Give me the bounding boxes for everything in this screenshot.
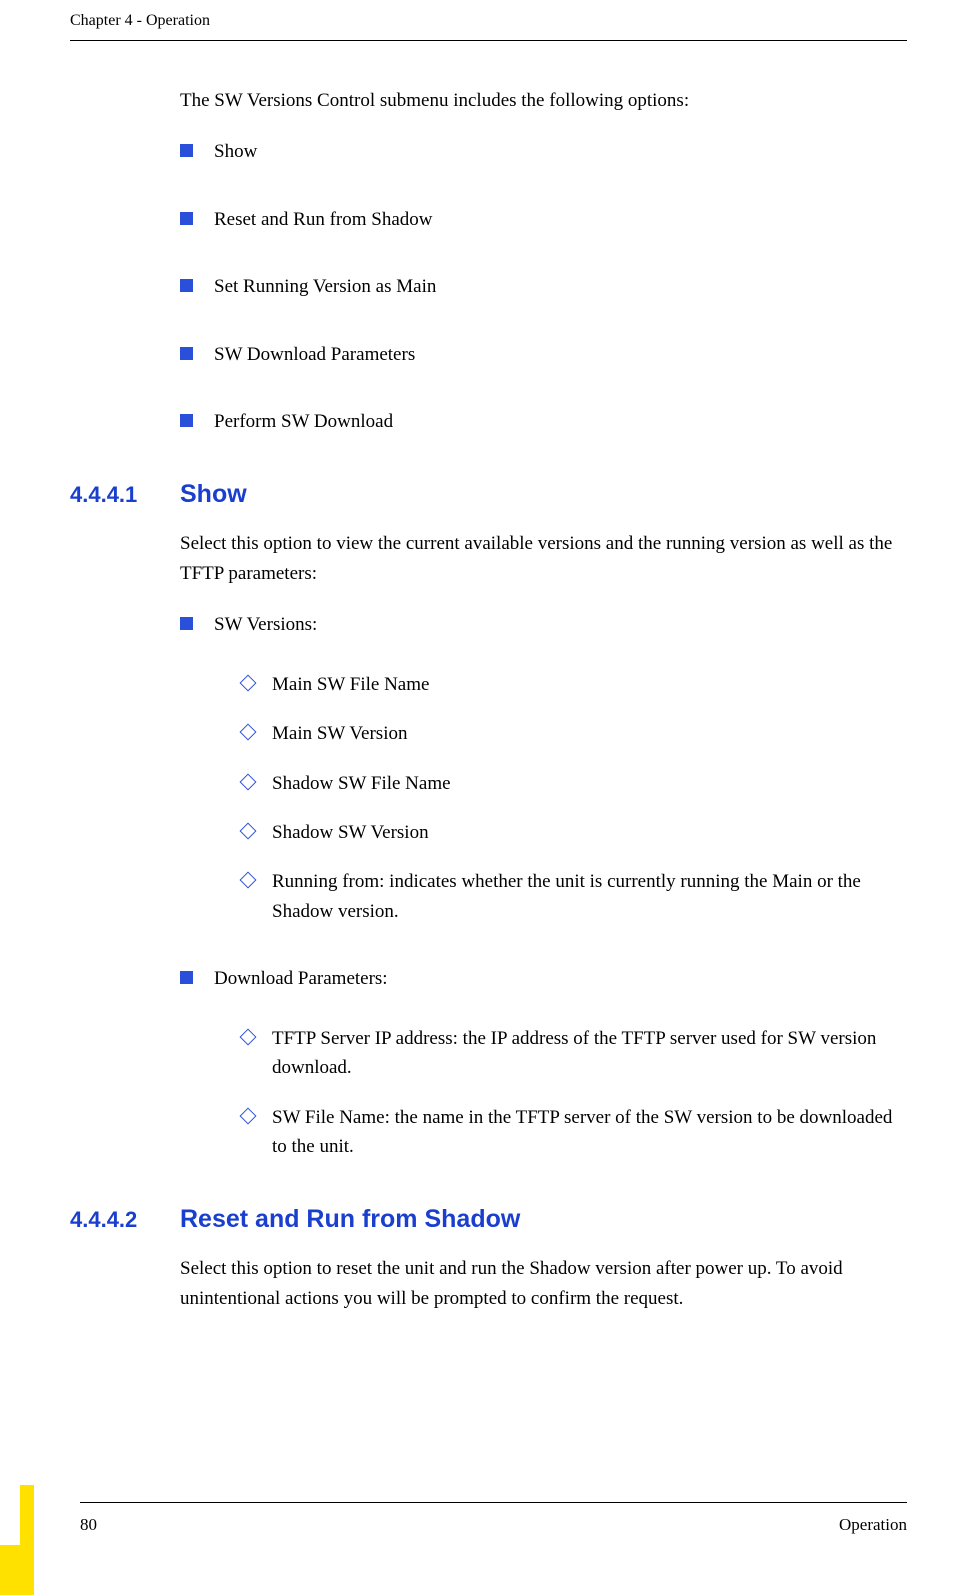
options-list: Show Reset and Run from Shadow Set Runni… [180, 137, 897, 436]
list-item: Show [180, 137, 897, 166]
list-item: Perform SW Download [180, 407, 897, 436]
body: The SW Versions Control submenu includes… [180, 41, 897, 1313]
section-paragraph: Select this option to reset the unit and… [180, 1254, 897, 1313]
list-item: Shadow SW File Name [242, 769, 897, 798]
page: Chapter 4 - Operation The SW Versions Co… [0, 0, 977, 1595]
footer-section: Operation [839, 1515, 907, 1535]
list-item: Set Running Version as Main [180, 272, 897, 301]
footer-row: 80 Operation [80, 1515, 907, 1535]
section-title: Show [180, 475, 247, 514]
list-item: Main SW File Name [242, 670, 897, 699]
sw-versions-sublist: Main SW File Name Main SW Version Shadow… [214, 670, 897, 927]
list-item: SW Versions: Main SW File Name Main SW V… [180, 610, 897, 926]
section-title: Reset and Run from Shadow [180, 1200, 520, 1239]
footer: 80 Operation [80, 1502, 907, 1535]
list-item: SW Download Parameters [180, 340, 897, 369]
section-heading-reset: 4.4.4.2 Reset and Run from Shadow [70, 1200, 897, 1239]
corner-decoration [0, 1485, 34, 1595]
download-params-sublist: TFTP Server IP address: the IP address o… [214, 1024, 897, 1162]
list-item: Main SW Version [242, 719, 897, 748]
list-item: Reset and Run from Shadow [180, 205, 897, 234]
sw-versions-list: SW Versions: Main SW File Name Main SW V… [180, 610, 897, 1161]
list-item: TFTP Server IP address: the IP address o… [242, 1024, 897, 1083]
list-item: Shadow SW Version [242, 818, 897, 847]
intro-paragraph: The SW Versions Control submenu includes… [180, 86, 897, 115]
list-item: SW File Name: the name in the TFTP serve… [242, 1103, 897, 1162]
list-label: Download Parameters: [214, 968, 388, 989]
section-paragraph: Select this option to view the current a… [180, 529, 897, 588]
list-item: Download Parameters: TFTP Server IP addr… [180, 964, 897, 1161]
list-item: Running from: indicates whether the unit… [242, 867, 897, 926]
page-number: 80 [80, 1515, 97, 1535]
section-heading-show: 4.4.4.1 Show [70, 475, 897, 514]
section-number: 4.4.4.1 [70, 478, 180, 512]
section-number: 4.4.4.2 [70, 1203, 180, 1237]
list-label: SW Versions: [214, 614, 317, 635]
running-header: Chapter 4 - Operation [70, 0, 907, 30]
footer-rule [80, 1502, 907, 1503]
